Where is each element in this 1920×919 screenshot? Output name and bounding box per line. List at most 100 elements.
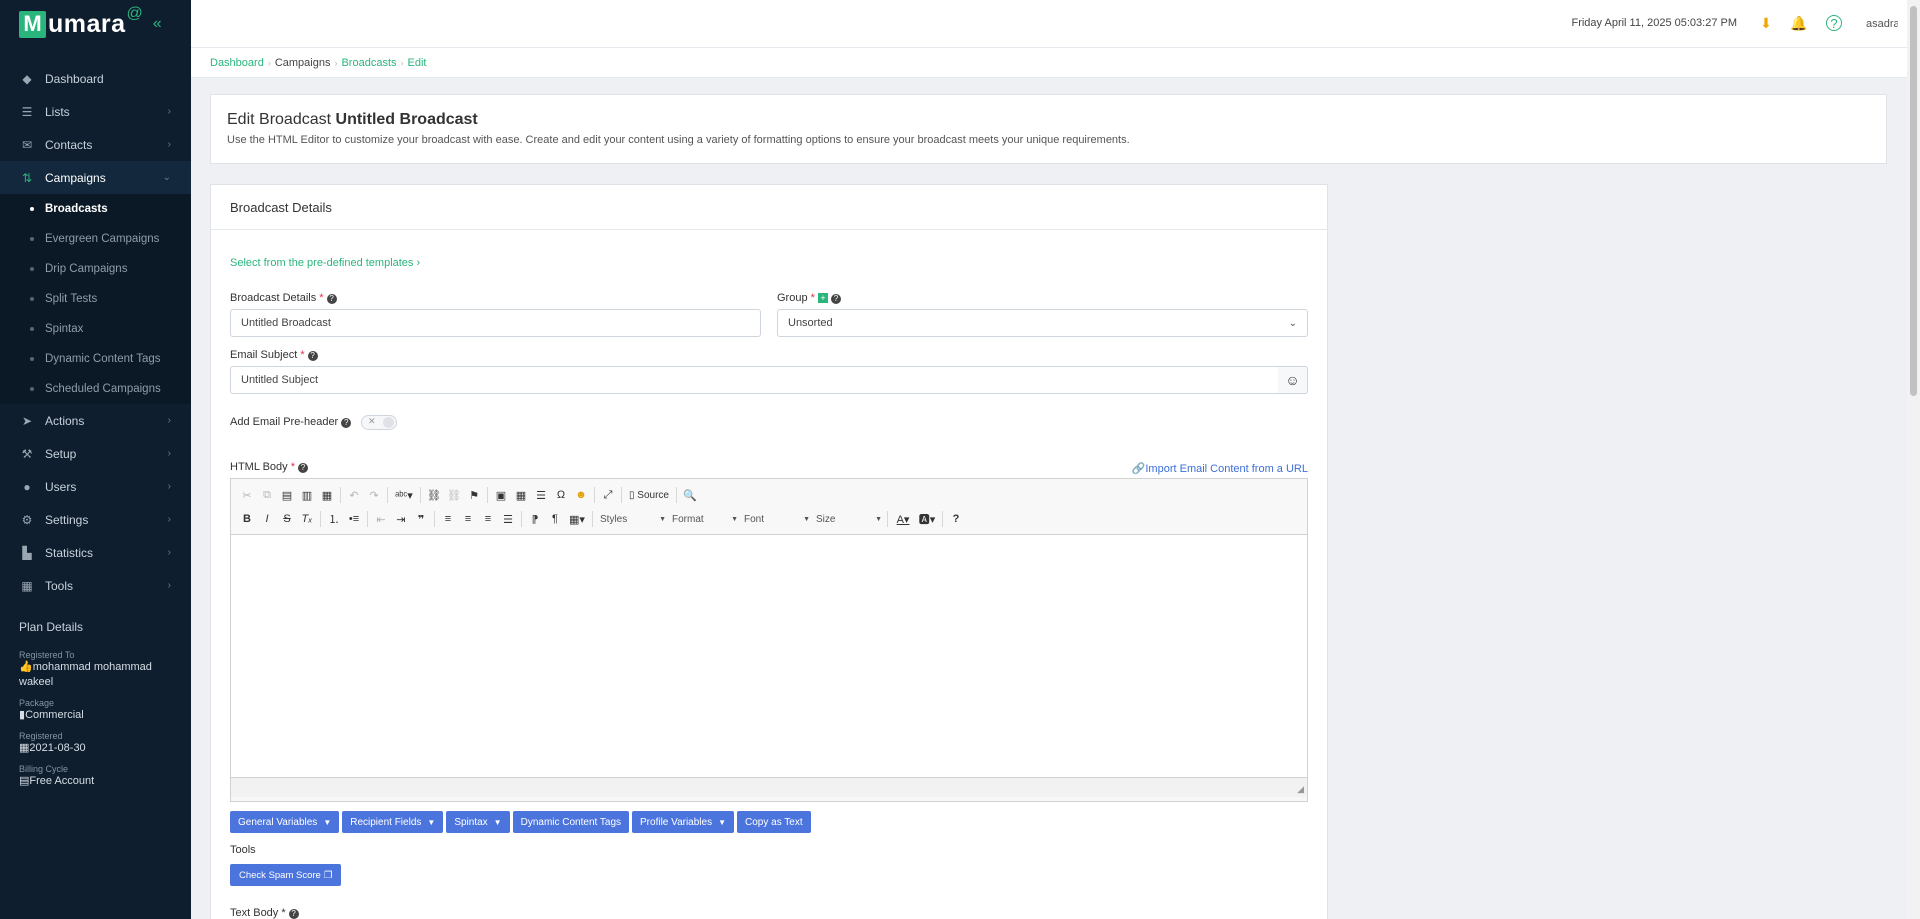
sidebar-item-setup[interactable]: ⚒ Setup › — [0, 437, 191, 470]
background-color-icon[interactable]: 🅰▾ — [915, 509, 939, 529]
tools-icon: ▦ — [21, 578, 33, 593]
profile-variables-button[interactable]: Profile Variables ▼ — [632, 811, 735, 833]
italic-icon[interactable]: I — [257, 509, 277, 529]
emoji-picker-button[interactable]: ☺ — [1278, 366, 1308, 394]
spellcheck-icon[interactable]: ᵃᵇᶜ▾ — [391, 485, 417, 505]
general-variables-button[interactable]: General Variables ▼ — [230, 811, 340, 833]
add-group-icon[interactable]: + — [817, 293, 828, 303]
group-select[interactable]: Unsorted ⌄ — [777, 309, 1308, 337]
sidebar-item-statistics[interactable]: ▙ Statistics › — [0, 536, 191, 569]
html-editor: ✂ ⧉ ▤ ▥ ▦ ↶ ↷ ᵃᵇᶜ▾ ⛓ ⛓ ⚑ ▣ ▦ ☰ Ω ☻ ⤢ ▯ S… — [230, 478, 1308, 802]
question-icon[interactable]: ? — [298, 463, 309, 473]
anchor-flag-icon[interactable]: ⚑ — [464, 485, 484, 505]
sidebar-item-campaigns[interactable]: ⇅ Campaigns ⌄ — [0, 161, 191, 194]
sidebar-subitem-scheduled[interactable]: Scheduled Campaigns — [0, 374, 191, 404]
sidebar-item-tools[interactable]: ▦ Tools › — [0, 569, 191, 602]
rtl-icon[interactable]: ¶ — [545, 509, 565, 529]
predefined-templates-link[interactable]: Select from the pre-defined templates › — [230, 257, 420, 269]
format-dropdown[interactable]: Format ▼ — [668, 509, 740, 529]
question-icon[interactable]: ? — [326, 294, 337, 304]
breadcrumb-broadcasts[interactable]: Broadcasts — [341, 57, 396, 69]
collapse-sidebar-icon[interactable]: « — [153, 15, 162, 33]
redo-icon[interactable]: ↷ — [364, 485, 384, 505]
envelope-icon: ✉ — [21, 137, 33, 152]
sidebar-subitem-drip[interactable]: Drip Campaigns — [0, 254, 191, 284]
bold-icon[interactable]: B — [237, 509, 257, 529]
preview-icon[interactable]: 🔍 — [680, 485, 700, 505]
smiley-icon[interactable]: ☻ — [571, 485, 591, 505]
numbered-list-icon[interactable]: ⒈ — [324, 509, 344, 529]
paste-icon[interactable]: ▤ — [277, 485, 297, 505]
unlink-icon[interactable]: ⛓ — [444, 485, 464, 505]
align-left-icon[interactable]: ≡ — [438, 509, 458, 529]
recipient-fields-button[interactable]: Recipient Fields ▼ — [342, 811, 444, 833]
sidebar-subitem-dynamic-tags[interactable]: Dynamic Content Tags — [0, 344, 191, 374]
indent-icon[interactable]: ⇥ — [391, 509, 411, 529]
ltr-icon[interactable]: ⁋ — [525, 509, 545, 529]
user-icon: ● — [23, 479, 31, 494]
sidebar-item-users[interactable]: ● Users › — [0, 470, 191, 503]
chevron-right-icon: › — [167, 106, 171, 117]
link-icon[interactable]: ⛓ — [424, 485, 444, 505]
align-center-icon[interactable]: ≡ — [458, 509, 478, 529]
sidebar-item-settings[interactable]: ⚙ Settings › — [0, 503, 191, 536]
download-icon[interactable]: ⬇ — [1756, 13, 1776, 33]
group-label: Group * +? — [777, 292, 841, 304]
spintax-button[interactable]: Spintax ▼ — [446, 811, 510, 833]
sidebar-item-dashboard[interactable]: ◆ Dashboard — [0, 62, 191, 95]
remove-format-icon[interactable]: Tₓ — [297, 509, 317, 529]
question-icon[interactable]: ? — [341, 418, 352, 428]
question-icon[interactable]: ? — [830, 294, 841, 304]
resize-handle-icon[interactable]: ◢ — [1297, 784, 1304, 795]
paste-word-icon[interactable]: ▦ — [317, 485, 337, 505]
sidebar-item-actions[interactable]: ➤ Actions › — [0, 404, 191, 437]
align-right-icon[interactable]: ≡ — [478, 509, 498, 529]
import-from-url-link[interactable]: 🔗Import Email Content from a URL — [1132, 462, 1308, 475]
broadcast-name-input[interactable]: Untitled Broadcast — [230, 309, 761, 337]
breadcrumb-dashboard[interactable]: Dashboard — [210, 57, 264, 69]
styles-dropdown[interactable]: Styles ▼ — [596, 509, 668, 529]
image-icon[interactable]: ▣ — [491, 485, 511, 505]
sidebar-item-contacts[interactable]: ✉ Contacts › — [0, 128, 191, 161]
question-icon[interactable]: ? — [307, 351, 318, 361]
sidebar-subitem-broadcasts[interactable]: Broadcasts — [0, 194, 191, 224]
language-icon[interactable]: ▦▾ — [565, 509, 589, 529]
copy-icon[interactable]: ⧉ — [257, 485, 277, 505]
help-icon[interactable]: ? — [1826, 15, 1842, 31]
question-icon[interactable]: ? — [288, 909, 299, 919]
special-char-icon[interactable]: Ω — [551, 485, 571, 505]
undo-icon[interactable]: ↶ — [344, 485, 364, 505]
logo[interactable]: M umara @ « — [0, 0, 191, 48]
sidebar-subitem-split-tests[interactable]: Split Tests — [0, 284, 191, 314]
chart-icon: ▙ — [22, 545, 32, 560]
font-dropdown[interactable]: Font ▼ — [740, 509, 812, 529]
blockquote-icon[interactable]: ❞ — [411, 509, 431, 529]
dynamic-content-tags-button[interactable]: Dynamic Content Tags — [512, 811, 630, 833]
help-icon[interactable]: ? — [946, 509, 966, 529]
strikethrough-icon[interactable]: S — [277, 509, 297, 529]
maximize-icon[interactable]: ⤢ — [598, 485, 618, 505]
sidebar-subitem-evergreen[interactable]: Evergreen Campaigns — [0, 224, 191, 254]
copy-as-text-button[interactable]: Copy as Text — [737, 811, 811, 833]
page-scrollbar[interactable] — [1907, 0, 1920, 919]
editor-content-area[interactable] — [231, 535, 1307, 777]
size-dropdown[interactable]: Size ▼ — [812, 509, 884, 529]
preheader-toggle[interactable]: ✕ — [361, 415, 397, 430]
align-justify-icon[interactable]: ☰ — [498, 509, 518, 529]
paste-text-icon[interactable]: ▥ — [297, 485, 317, 505]
sidebar-item-lists[interactable]: ☰ Lists › — [0, 95, 191, 128]
outdent-icon[interactable]: ⇤ — [371, 509, 391, 529]
check-spam-score-button[interactable]: Check Spam Score ❐ — [230, 864, 342, 886]
text-color-icon[interactable]: A▾ — [891, 509, 915, 529]
cut-icon[interactable]: ✂ — [237, 485, 257, 505]
avatar[interactable]: asadra — [1866, 8, 1898, 40]
scrollbar-thumb[interactable] — [1910, 6, 1917, 396]
bell-icon[interactable]: 🔔 — [1789, 13, 1809, 33]
email-subject-input[interactable]: Untitled Subject — [230, 366, 1279, 394]
source-button[interactable]: ▯ Source — [625, 490, 673, 501]
bulleted-list-icon[interactable]: •≡ — [344, 509, 364, 529]
sidebar-subitem-spintax[interactable]: Spintax — [0, 314, 191, 344]
horizontal-line-icon[interactable]: ☰ — [531, 485, 551, 505]
table-icon[interactable]: ▦ — [511, 485, 531, 505]
breadcrumb-edit[interactable]: Edit — [408, 57, 427, 69]
